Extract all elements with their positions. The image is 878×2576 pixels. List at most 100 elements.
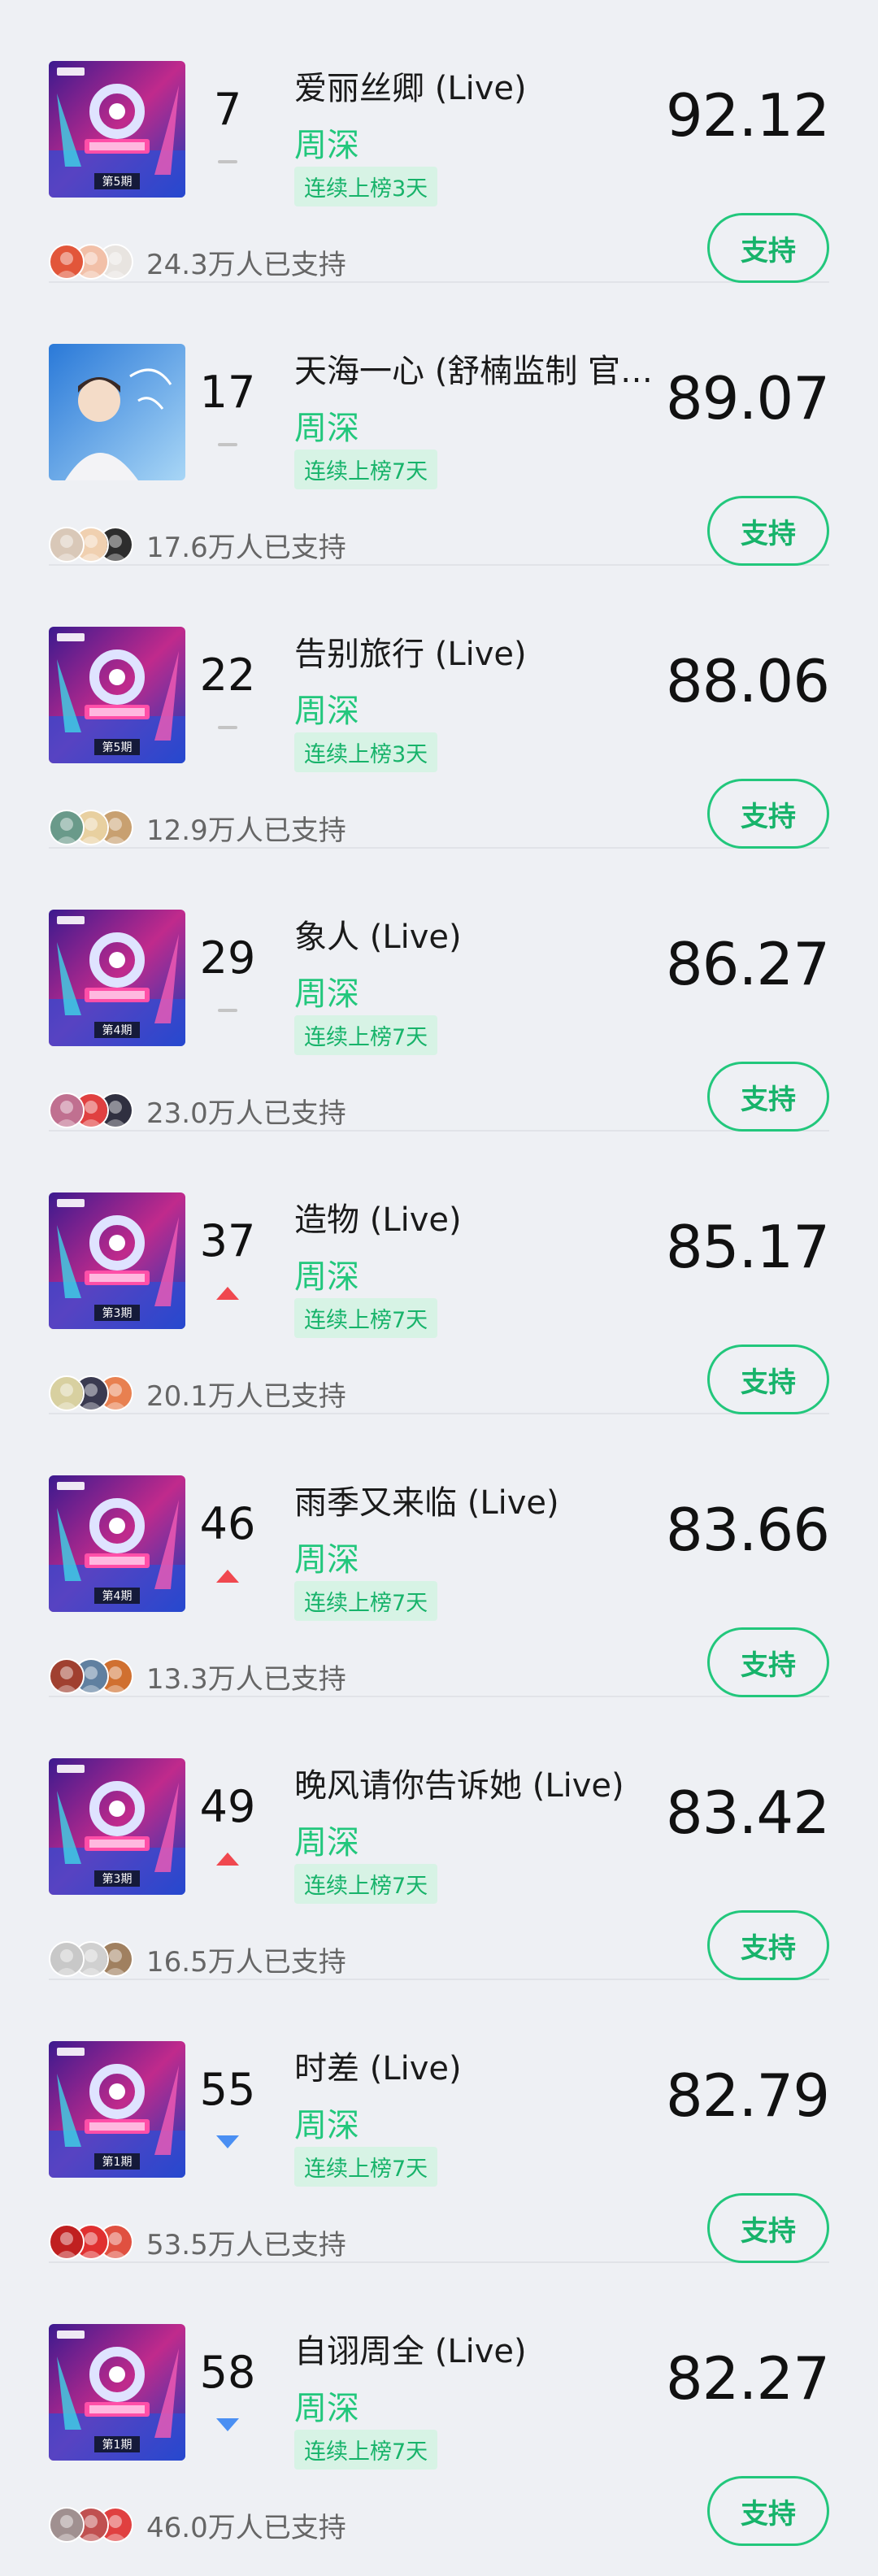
svg-text:第1期: 第1期 xyxy=(102,2438,133,2452)
svg-text:第4期: 第4期 xyxy=(102,1589,133,1603)
support-button[interactable]: 支持 xyxy=(707,1062,829,1132)
album-cover[interactable] xyxy=(49,344,185,480)
song-card[interactable]: 第5期 7 爱丽丝卿 (Live) 周深 连续上榜3天 92.12 支持 24.… xyxy=(49,0,830,283)
rank-number: 17 xyxy=(199,367,256,418)
supporter-avatars xyxy=(49,242,141,281)
supporters-row: 46.0万人已支持 xyxy=(49,2505,346,2544)
supporter-avatars xyxy=(49,1940,141,1979)
trend-up-icon xyxy=(215,1569,240,1583)
supporter-avatars xyxy=(49,1657,141,1696)
album-cover[interactable]: 第5期 xyxy=(49,627,185,763)
trend-up-icon xyxy=(215,1286,240,1301)
support-button[interactable]: 支持 xyxy=(707,1627,829,1697)
trend-flat-icon xyxy=(215,720,240,735)
supporters-row: 16.5万人已支持 xyxy=(49,1940,346,1979)
album-cover[interactable]: 第4期 xyxy=(49,910,185,1046)
supporters-row: 53.5万人已支持 xyxy=(49,2222,346,2261)
supporters-count: 24.3万人已支持 xyxy=(146,248,346,281)
support-button[interactable]: 支持 xyxy=(707,1910,829,1980)
svg-text:第4期: 第4期 xyxy=(102,1023,133,1037)
streak-badge: 连续上榜7天 xyxy=(294,450,438,489)
svg-text:第3期: 第3期 xyxy=(102,1306,133,1320)
streak-badge: 连续上榜7天 xyxy=(294,2147,438,2187)
song-title[interactable]: 雨季又来临 (Live) xyxy=(294,1476,717,1523)
supporter-avatar xyxy=(49,527,85,563)
song-title[interactable]: 天海一心 (舒楠监制 官… xyxy=(294,345,717,392)
score-value: 83.66 xyxy=(665,1496,830,1564)
support-button[interactable]: 支持 xyxy=(707,1344,829,1414)
support-button[interactable]: 支持 xyxy=(707,213,829,283)
support-button[interactable]: 支持 xyxy=(707,2193,829,2263)
song-card[interactable]: 第3期 37 造物 (Live) 周深 连续上榜7天 85.17 支持 20.1… xyxy=(49,1132,830,1414)
supporter-avatar xyxy=(49,2507,85,2543)
supporter-avatars xyxy=(49,808,141,847)
artist-name[interactable]: 周深 xyxy=(294,1250,359,1297)
supporters-row: 24.3万人已支持 xyxy=(49,242,346,281)
score-value: 92.12 xyxy=(665,81,830,150)
supporters-row: 17.6万人已支持 xyxy=(49,525,346,564)
rank-number: 29 xyxy=(199,932,256,984)
song-title[interactable]: 晚风请你告诉她 (Live) xyxy=(294,1759,717,1806)
song-title[interactable]: 时差 (Live) xyxy=(294,2042,717,2089)
song-card[interactable]: 第4期 46 雨季又来临 (Live) 周深 连续上榜7天 83.66 支持 1… xyxy=(49,1414,830,1697)
streak-badge: 连续上榜7天 xyxy=(294,1298,438,1338)
artist-name[interactable]: 周深 xyxy=(294,119,359,166)
album-cover[interactable]: 第1期 xyxy=(49,2041,185,2178)
supporter-avatars xyxy=(49,1374,141,1413)
artist-name[interactable]: 周深 xyxy=(294,1816,359,1863)
song-card[interactable]: 17 天海一心 (舒楠监制 官… 周深 连续上榜7天 89.07 支持 17.6… xyxy=(49,283,830,566)
album-cover[interactable]: 第3期 xyxy=(49,1192,185,1329)
supporters-row: 23.0万人已支持 xyxy=(49,1091,346,1130)
song-title[interactable]: 造物 (Live) xyxy=(294,1193,717,1240)
artist-name[interactable]: 周深 xyxy=(294,2382,359,2429)
song-title[interactable]: 爱丽丝卿 (Live) xyxy=(294,62,717,109)
supporters-count: 20.1万人已支持 xyxy=(146,1379,346,1413)
rank-number: 55 xyxy=(199,2064,256,2115)
song-card[interactable]: 第4期 29 象人 (Live) 周深 连续上榜7天 86.27 支持 23.0… xyxy=(49,849,830,1132)
svg-text:第3期: 第3期 xyxy=(102,1872,133,1886)
song-card[interactable]: 第5期 22 告别旅行 (Live) 周深 连续上榜3天 88.06 支持 12… xyxy=(49,566,830,849)
album-cover[interactable]: 第4期 xyxy=(49,1475,185,1612)
rank-number: 37 xyxy=(199,1215,256,1266)
supporter-avatars xyxy=(49,2505,141,2544)
rank-number: 7 xyxy=(213,84,242,135)
album-cover[interactable]: 第3期 xyxy=(49,1758,185,1895)
supporter-avatar xyxy=(49,1093,85,1128)
song-card[interactable]: 第3期 49 晚风请你告诉她 (Live) 周深 连续上榜7天 83.42 支持… xyxy=(49,1697,830,1980)
artist-name[interactable]: 周深 xyxy=(294,967,359,1014)
artist-name[interactable]: 周深 xyxy=(294,684,359,732)
supporter-avatars xyxy=(49,1091,141,1130)
score-value: 82.79 xyxy=(665,2061,830,2130)
supporters-count: 16.5万人已支持 xyxy=(146,1945,346,1979)
trend-flat-icon xyxy=(215,1003,240,1018)
album-cover[interactable]: 第5期 xyxy=(49,61,185,198)
song-title[interactable]: 告别旅行 (Live) xyxy=(294,628,717,675)
support-button[interactable]: 支持 xyxy=(707,496,829,566)
song-card[interactable]: 第1期 58 自诩周全 (Live) 周深 连续上榜7天 82.27 支持 46… xyxy=(49,2263,830,2546)
svg-text:第5期: 第5期 xyxy=(102,741,133,754)
streak-badge: 连续上榜7天 xyxy=(294,1864,438,1904)
artist-name[interactable]: 周深 xyxy=(294,2099,359,2146)
streak-badge: 连续上榜7天 xyxy=(294,1015,438,1055)
artist-name[interactable]: 周深 xyxy=(294,402,359,449)
album-cover[interactable]: 第1期 xyxy=(49,2324,185,2461)
song-title[interactable]: 象人 (Live) xyxy=(294,910,717,958)
streak-badge: 连续上榜7天 xyxy=(294,1581,438,1621)
supporter-avatar xyxy=(49,1375,85,1411)
supporters-count: 46.0万人已支持 xyxy=(146,2511,346,2544)
trend-flat-icon xyxy=(215,437,240,452)
artist-name[interactable]: 周深 xyxy=(294,1533,359,1580)
supporters-count: 13.3万人已支持 xyxy=(146,1662,346,1696)
support-button[interactable]: 支持 xyxy=(707,2476,829,2546)
score-value: 85.17 xyxy=(665,1213,830,1281)
supporter-avatars xyxy=(49,525,141,564)
rank-number: 49 xyxy=(199,1781,256,1832)
supporter-avatar xyxy=(49,2224,85,2260)
supporter-avatar xyxy=(49,810,85,845)
streak-badge: 连续上榜3天 xyxy=(294,167,438,206)
supporter-avatar xyxy=(49,1658,85,1694)
supporters-count: 12.9万人已支持 xyxy=(146,814,346,847)
song-title[interactable]: 自诩周全 (Live) xyxy=(294,2325,717,2372)
support-button[interactable]: 支持 xyxy=(707,779,829,849)
song-card[interactable]: 第1期 55 时差 (Live) 周深 连续上榜7天 82.79 支持 53.5… xyxy=(49,1980,830,2263)
